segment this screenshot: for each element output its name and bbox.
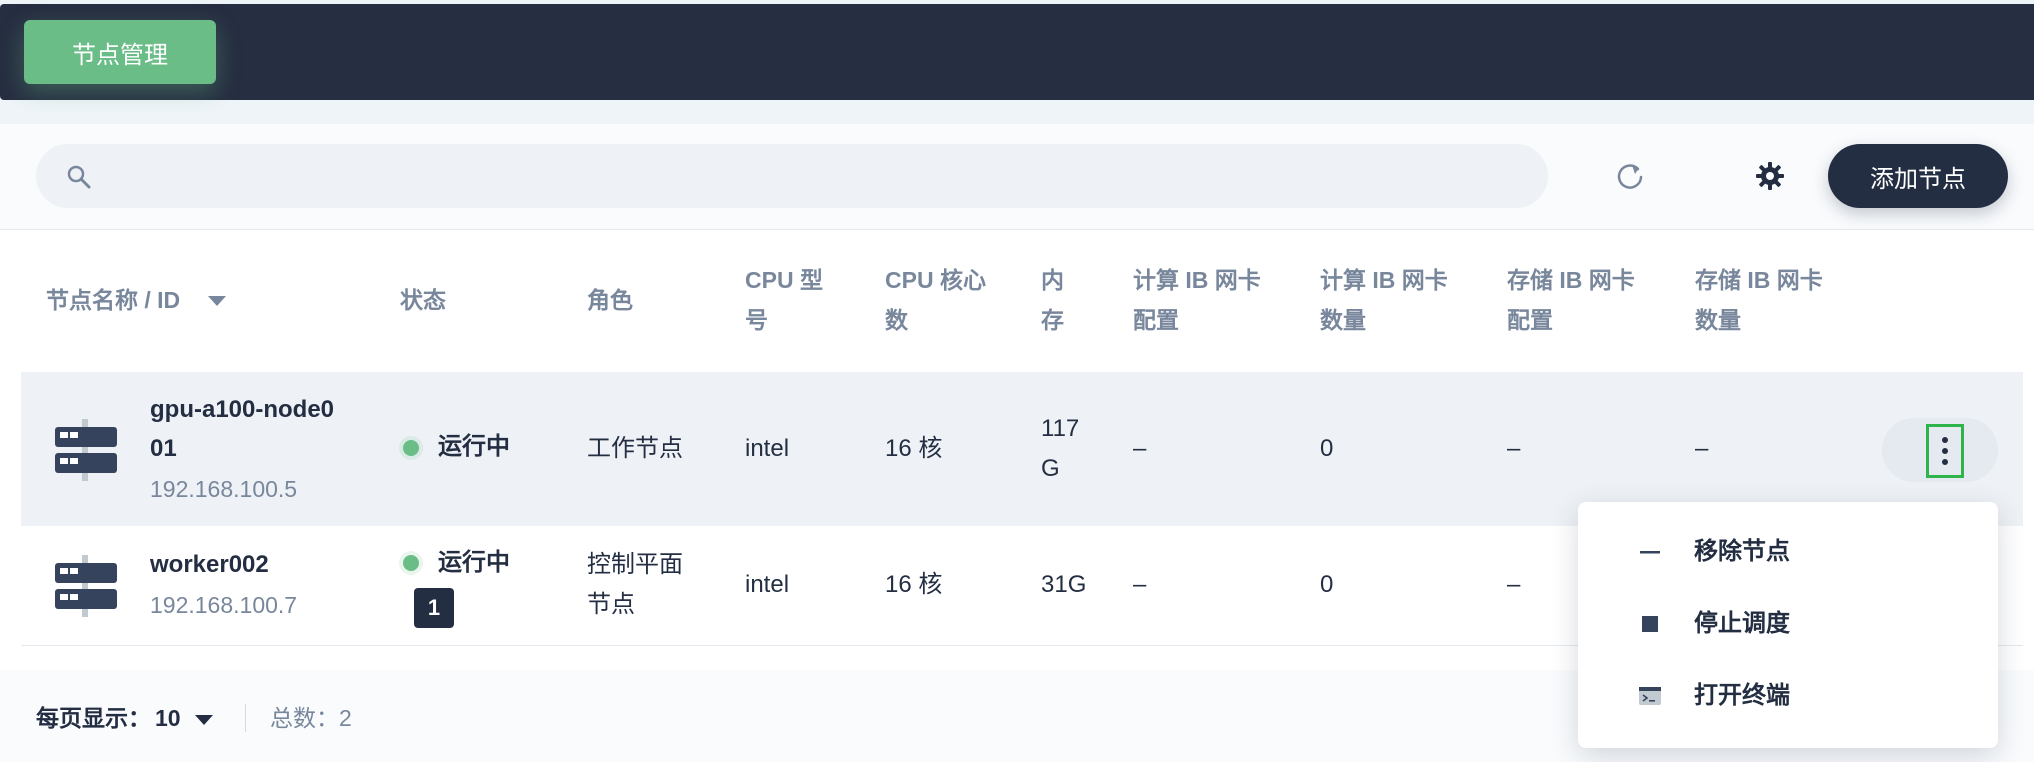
search-input[interactable] bbox=[108, 144, 1528, 208]
status-dot bbox=[403, 440, 419, 456]
more-actions-button[interactable] bbox=[1926, 424, 1964, 478]
cpu-cores-cell: 16 核 bbox=[885, 435, 943, 462]
column-header-status[interactable]: 状态 bbox=[400, 280, 446, 320]
role-cell: 节点 bbox=[587, 591, 635, 618]
column-header-storage-ib-config[interactable]: 存储 IB 网卡 配置 bbox=[1507, 260, 1635, 340]
status-dot bbox=[403, 555, 419, 571]
column-header-cpu-model[interactable]: CPU 型 号 bbox=[745, 260, 823, 340]
memory-cell: G bbox=[1041, 455, 1060, 482]
column-header-label: CPU 型 bbox=[745, 267, 823, 293]
terminal-icon bbox=[1639, 687, 1661, 705]
column-header-label: 数量 bbox=[1695, 307, 1741, 333]
compute-ib-count-cell: 0 bbox=[1320, 571, 1334, 598]
column-header-name[interactable]: 节点名称 / ID bbox=[46, 280, 180, 320]
column-header-label: 内 bbox=[1041, 267, 1064, 293]
menu-item-label: 停止调度 bbox=[1694, 610, 1790, 637]
column-header-label: 节点名称 / ID bbox=[46, 287, 181, 313]
server-icon bbox=[55, 419, 117, 481]
top-bar: 节点管理 bbox=[0, 4, 2034, 100]
gear-icon[interactable] bbox=[1754, 160, 1786, 192]
more-dots-icon bbox=[1942, 459, 1948, 465]
total-count: 总数：2 bbox=[270, 700, 352, 736]
more-dots-icon bbox=[1942, 448, 1948, 454]
total-value: 2 bbox=[339, 705, 352, 731]
column-header-label: 数量 bbox=[1320, 307, 1366, 333]
column-header-label: CPU 核心 bbox=[885, 267, 986, 293]
column-header-label: 存 bbox=[1041, 307, 1064, 333]
column-header-cpu-cores[interactable]: CPU 核心 数 bbox=[885, 260, 986, 340]
tooltip-badge: 1 bbox=[414, 588, 454, 628]
column-header-label: 计算 IB 网卡 bbox=[1133, 267, 1261, 293]
per-page-select[interactable]: 10 bbox=[155, 700, 181, 736]
refresh-icon[interactable] bbox=[1614, 160, 1646, 192]
menu-item-label: 移除节点 bbox=[1694, 538, 1790, 565]
column-header-label: 配置 bbox=[1133, 307, 1179, 333]
storage-ib-config-cell: – bbox=[1507, 571, 1521, 598]
column-header-label: 配置 bbox=[1507, 307, 1553, 333]
add-node-button[interactable]: 添加节点 bbox=[1828, 144, 2008, 208]
node-name[interactable]: 01 bbox=[150, 429, 177, 469]
total-label: 总数： bbox=[270, 705, 339, 731]
column-header-compute-ib-config[interactable]: 计算 IB 网卡 配置 bbox=[1133, 260, 1261, 340]
row-actions-menu: 移除节点 停止调度 打开终端 bbox=[1578, 502, 1998, 748]
menu-item-stop-scheduling[interactable]: 停止调度 bbox=[1578, 588, 1998, 660]
toolbar: 添加节点 bbox=[0, 124, 2034, 230]
node-name[interactable]: gpu-a100-node0 bbox=[150, 390, 334, 430]
cpu-model-cell: intel bbox=[745, 435, 790, 462]
memory-cell: 117 bbox=[1041, 415, 1080, 442]
column-header-label: 存储 IB 网卡 bbox=[1695, 267, 1823, 293]
storage-ib-config-cell: – bbox=[1507, 435, 1521, 462]
column-header-storage-ib-count[interactable]: 存储 IB 网卡 数量 bbox=[1695, 260, 1823, 340]
column-header-memory[interactable]: 内 存 bbox=[1041, 260, 1064, 340]
menu-item-remove-node[interactable]: 移除节点 bbox=[1578, 516, 1998, 588]
status-text: 运行中 bbox=[438, 433, 510, 460]
server-icon bbox=[55, 555, 117, 617]
column-header-label: 计算 IB 网卡 bbox=[1320, 267, 1448, 293]
tab-node-management[interactable]: 节点管理 bbox=[24, 20, 216, 84]
column-header-label: 号 bbox=[745, 307, 768, 333]
per-page-label: 每页显示： bbox=[36, 705, 151, 731]
chevron-down-icon[interactable] bbox=[195, 715, 213, 725]
caret-down-icon[interactable] bbox=[208, 296, 226, 306]
column-header-role[interactable]: 角色 bbox=[587, 280, 633, 320]
cpu-model-cell: intel bbox=[745, 571, 790, 598]
minus-icon bbox=[1640, 551, 1660, 554]
column-header-compute-ib-count[interactable]: 计算 IB 网卡 数量 bbox=[1320, 260, 1448, 340]
compute-ib-config-cell: – bbox=[1133, 435, 1147, 462]
stop-icon bbox=[1642, 616, 1658, 632]
node-name[interactable]: worker002 bbox=[150, 545, 269, 585]
memory-cell: 31G bbox=[1041, 571, 1087, 598]
search-icon bbox=[67, 165, 91, 189]
menu-item-label: 打开终端 bbox=[1694, 682, 1790, 709]
storage-ib-count-cell: – bbox=[1695, 435, 1709, 462]
node-ip: 192.168.100.7 bbox=[150, 592, 298, 618]
search-box[interactable] bbox=[36, 144, 1548, 208]
status-text: 运行中 bbox=[438, 549, 510, 576]
node-ip: 192.168.100.5 bbox=[150, 476, 298, 502]
compute-ib-count-cell: 0 bbox=[1320, 435, 1334, 462]
role-cell: 工作节点 bbox=[587, 435, 683, 462]
divider bbox=[245, 704, 246, 732]
compute-ib-config-cell: – bbox=[1133, 571, 1147, 598]
row-actions bbox=[1882, 418, 1998, 482]
menu-item-open-terminal[interactable]: 打开终端 bbox=[1578, 660, 1998, 732]
role-cell: 控制平面 bbox=[587, 551, 683, 578]
column-header-label: 数 bbox=[885, 307, 908, 333]
more-dots-icon bbox=[1942, 437, 1948, 443]
cpu-cores-cell: 16 核 bbox=[885, 571, 943, 598]
column-header-label: 存储 IB 网卡 bbox=[1507, 267, 1635, 293]
